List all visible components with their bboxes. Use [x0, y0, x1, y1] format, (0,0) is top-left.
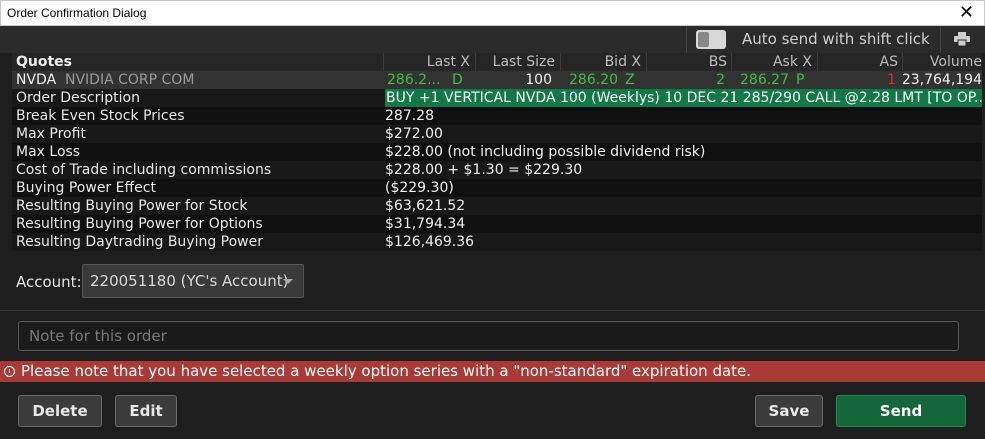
volume-header[interactable]: Volume [905, 53, 982, 71]
quote-last-exchange: D [452, 72, 463, 88]
order-details-grid: Quotes Last X Last Size Bid X BS Ask X A… [12, 53, 982, 251]
column-separator [646, 53, 647, 71]
detail-row-break-even: Break Even Stock Prices 287.28 [12, 107, 982, 125]
ask-x-header[interactable]: Ask X [734, 53, 812, 71]
account-label: Account: [16, 273, 82, 291]
order-note-input[interactable] [18, 321, 959, 351]
bs-header[interactable]: BS [649, 53, 727, 71]
column-separator [817, 53, 818, 71]
quote-ask-exchange: P [796, 72, 805, 88]
quote-last-size: 100 [525, 72, 552, 88]
save-button[interactable]: Save [755, 395, 823, 427]
last-size-header[interactable]: Last Size [478, 53, 555, 71]
auto-send-label: Auto send with shift click [742, 30, 930, 48]
quote-ask: 286.27 [740, 72, 789, 88]
detail-value: $126,469.36 [385, 234, 475, 250]
section-divider [0, 310, 985, 311]
column-separator [475, 53, 476, 71]
toolbar: Auto send with shift click [0, 26, 985, 53]
detail-label: Max Profit [16, 126, 86, 142]
quote-company-name: NVIDIA CORP COM [65, 72, 195, 88]
detail-label: Resulting Buying Power for Stock [16, 198, 248, 214]
close-icon[interactable]: ✕ [959, 3, 974, 23]
detail-row-cost-of-trade: Cost of Trade including commissions $228… [12, 161, 982, 179]
quote-ask-size: 1 [887, 72, 896, 88]
detail-label: Break Even Stock Prices [16, 108, 185, 124]
quotes-header: Quotes [16, 54, 73, 70]
detail-row-buying-power-effect: Buying Power Effect ($229.30) [12, 179, 982, 197]
detail-row-daytrading-bp: Resulting Daytrading Buying Power $126,4… [12, 233, 982, 251]
detail-value: $31,794.34 [385, 216, 466, 232]
detail-row-order-description: Order Description BUY +1 VERTICAL NVDA 1… [12, 89, 982, 107]
column-separator [560, 53, 561, 71]
bid-x-header[interactable]: Bid X [563, 53, 641, 71]
quote-bid-size: 2 [716, 72, 725, 88]
detail-value: ($229.30) [385, 180, 454, 196]
detail-row-max-profit: Max Profit $272.00 [12, 125, 982, 143]
warning-text: Please note that you have selected a wee… [21, 362, 752, 380]
account-select-value: 220051180 (YC's Account) [90, 272, 289, 290]
detail-value: $272.00 [385, 126, 443, 142]
quote-row[interactable]: NVDA NVIDIA CORP COM 286.2... D 100 286.… [12, 71, 982, 89]
quote-volume: 23,764,194 [901, 72, 982, 88]
edit-button[interactable]: Edit [115, 395, 177, 427]
send-button[interactable]: Send [836, 395, 966, 427]
alert-circle-icon [4, 366, 15, 377]
detail-row-max-loss: Max Loss $228.00 (not including possible… [12, 143, 982, 161]
detail-label: Resulting Buying Power for Options [16, 216, 263, 232]
delete-button[interactable]: Delete [18, 395, 102, 427]
column-separator [383, 53, 384, 71]
account-select[interactable]: 220051180 (YC's Account) [82, 264, 304, 298]
column-separator [902, 53, 903, 71]
order-description-value: BUY +1 VERTICAL NVDA 100 (Weeklys) 10 DE… [385, 89, 982, 107]
toggle-knob [698, 32, 709, 47]
last-x-header[interactable]: Last X [392, 53, 470, 71]
detail-label: Resulting Daytrading Buying Power [16, 234, 264, 250]
quote-bid: 286.20 [569, 72, 618, 88]
toolbar-divider [686, 26, 687, 53]
toolbar-divider [940, 26, 941, 53]
as-header[interactable]: AS [820, 53, 898, 71]
warning-banner: Please note that you have selected a wee… [0, 361, 985, 382]
quote-symbol: NVDA [16, 72, 57, 88]
quotes-header-row: Quotes Last X Last Size Bid X BS Ask X A… [12, 53, 982, 71]
auto-send-toggle[interactable] [696, 30, 726, 49]
detail-label: Buying Power Effect [16, 180, 156, 196]
detail-label: Max Loss [16, 144, 81, 160]
detail-row-bp-options: Resulting Buying Power for Options $31,7… [12, 215, 982, 233]
detail-value: $228.00 (not including possible dividend… [385, 144, 706, 160]
detail-value: $228.00 + $1.30 = $229.30 [385, 162, 583, 178]
chevron-down-icon [283, 279, 293, 284]
column-separator [731, 53, 732, 71]
detail-value: 287.28 [385, 108, 434, 124]
detail-row-bp-stock: Resulting Buying Power for Stock $63,621… [12, 197, 982, 215]
title-bar: Order Confirmation Dialog ✕ [0, 0, 985, 26]
detail-value: $63,621.52 [385, 198, 466, 214]
printer-icon[interactable] [954, 32, 970, 46]
detail-label: Order Description [16, 90, 140, 106]
quote-last: 286.2... [387, 72, 441, 88]
quote-bid-exchange: Z [625, 72, 635, 88]
window-title: Order Confirmation Dialog [7, 6, 147, 20]
detail-label: Cost of Trade including commissions [16, 162, 272, 178]
